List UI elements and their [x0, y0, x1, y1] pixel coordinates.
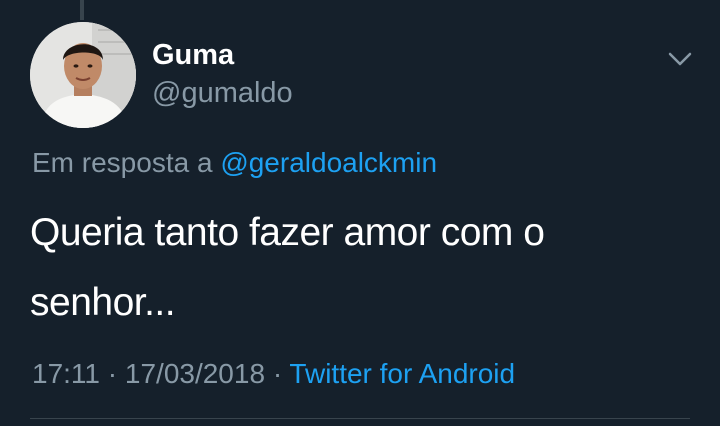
- tweet-card[interactable]: Guma @gumaldo Em resposta a @geraldoalck…: [0, 0, 720, 426]
- meta-separator: ·: [272, 358, 283, 389]
- tweet-date[interactable]: 17/03/2018: [125, 358, 265, 389]
- tweet-meta: 17:11 · 17/03/2018 · Twitter for Android: [32, 356, 515, 392]
- tweet-text: Queria tanto fazer amor com o senhor...: [30, 211, 545, 324]
- divider: [30, 418, 690, 419]
- user-handle[interactable]: @gumaldo: [152, 76, 293, 110]
- avatar[interactable]: [30, 22, 136, 128]
- tweet-time[interactable]: 17:11: [32, 358, 100, 389]
- reply-mention-link[interactable]: @geraldoalckmin: [220, 147, 437, 178]
- reply-prefix: Em resposta a: [32, 147, 213, 178]
- tweet-source-link[interactable]: Twitter for Android: [289, 358, 515, 389]
- chevron-down-icon[interactable]: [664, 46, 696, 72]
- reply-context: Em resposta a @geraldoalckmin: [32, 146, 437, 180]
- meta-separator: ·: [107, 358, 118, 389]
- thread-connector-line: [80, 0, 84, 20]
- display-name[interactable]: Guma: [152, 38, 234, 72]
- avatar-photo: [30, 22, 136, 128]
